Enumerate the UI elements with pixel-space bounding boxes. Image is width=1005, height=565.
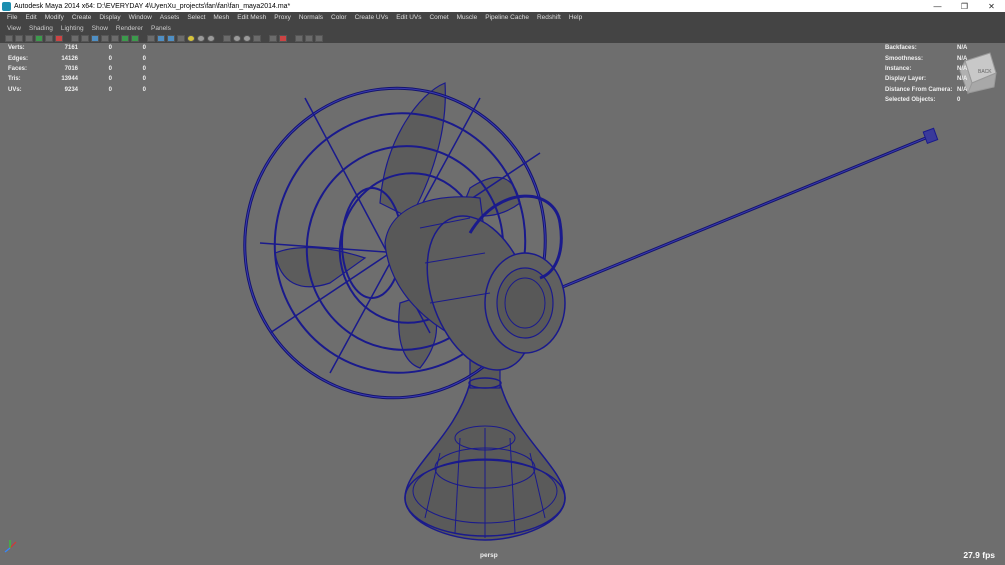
panel-toolbar [0, 33, 1005, 43]
title-bar: Autodesk Maya 2014 x64: D:\EVERYDAY 4\Uy… [0, 0, 1005, 12]
menu-mesh[interactable]: Mesh [209, 14, 233, 21]
menu-create-uvs[interactable]: Create UVs [351, 14, 393, 21]
fan-model-render[interactable]: BACK [0, 43, 1005, 565]
field-chart-icon[interactable] [111, 34, 119, 42]
multisample-aa-icon[interactable] [233, 34, 241, 42]
smooth-shade-icon[interactable] [157, 34, 165, 42]
menu-modify[interactable]: Modify [41, 14, 68, 21]
menu-edit-mesh[interactable]: Edit Mesh [233, 14, 270, 21]
menu-color[interactable]: Color [327, 14, 351, 21]
hud-row: Tris: 13944 0 0 [8, 76, 146, 83]
panel-menu-bar: View Shading Lighting Show Renderer Pane… [0, 23, 1005, 33]
grid-icon[interactable] [71, 34, 79, 42]
hud-row: Smoothness: N/A [885, 55, 968, 62]
hud-row: Edges: 14126 0 0 [8, 55, 146, 62]
menu-file[interactable]: File [3, 14, 21, 21]
bookmark-icon[interactable] [25, 34, 33, 42]
hud-row: Verts: 7161 0 0 [8, 45, 146, 52]
hud-row: Distance From Camera: N/A [885, 86, 968, 93]
menu-proxy[interactable]: Proxy [270, 14, 295, 21]
2d-pan-zoom-icon[interactable] [45, 34, 53, 42]
panel-menu-renderer[interactable]: Renderer [112, 25, 147, 32]
axis-gizmo-icon [4, 540, 17, 553]
menu-edit-uvs[interactable]: Edit UVs [392, 14, 425, 21]
menu-muscle[interactable]: Muscle [453, 14, 482, 21]
menu-window[interactable]: Window [125, 14, 156, 21]
grease-pencil-icon[interactable] [55, 34, 63, 42]
menu-create[interactable]: Create [68, 14, 96, 21]
xray-active-icon[interactable] [295, 34, 303, 42]
fan-blade [274, 246, 367, 288]
menu-redshift[interactable]: Redshift [533, 14, 565, 21]
close-button[interactable]: ✕ [978, 2, 1005, 11]
panel-menu-lighting[interactable]: Lighting [57, 25, 88, 32]
textured-icon[interactable] [177, 34, 185, 42]
shadows-icon[interactable] [197, 34, 205, 42]
menu-pipeline-cache[interactable]: Pipeline Cache [481, 14, 533, 21]
heads-up-poly-count: Verts: 7161 0 0 Edges: 14126 0 0 Faces: 7016 0 0 … [8, 43, 146, 95]
use-all-lights-icon[interactable] [187, 34, 195, 42]
main-menu-bar: File Edit Modify Create Display Window A… [0, 12, 1005, 23]
film-gate-icon[interactable] [81, 34, 89, 42]
hud-row: Backfaces: N/A [885, 45, 968, 52]
hud-row: Selected Objects: 0 [885, 97, 961, 104]
menu-select[interactable]: Select [183, 14, 209, 21]
plug-icon [922, 127, 939, 144]
menu-comet[interactable]: Comet [425, 14, 452, 21]
hud-row: Faces: 7016 0 0 [8, 65, 146, 72]
camera-attributes-icon[interactable] [15, 34, 23, 42]
maximize-button[interactable]: ❐ [951, 2, 978, 11]
minimize-button[interactable]: — [924, 2, 951, 11]
maya-logo-icon [2, 1, 11, 11]
window-title: Autodesk Maya 2014 x64: D:\EVERYDAY 4\Uy… [14, 2, 291, 10]
xray-icon[interactable] [269, 34, 277, 42]
backface-culling-icon[interactable] [305, 34, 313, 42]
xray-joints-icon[interactable] [279, 34, 287, 42]
safe-action-icon[interactable] [121, 34, 129, 42]
safe-title-icon[interactable] [131, 34, 139, 42]
menu-assets[interactable]: Assets [156, 14, 184, 21]
wireframe-icon[interactable] [147, 34, 155, 42]
perspective-viewport[interactable]: BACK Verts: 7161 0 0 Edges: 14126 0 0 Faces: 70… [0, 43, 1005, 565]
hud-row: Display Layer: N/A [885, 76, 968, 83]
menu-help[interactable]: Help [565, 14, 586, 21]
wireframe-on-shaded-icon[interactable] [167, 34, 175, 42]
heads-up-object-details: Backfaces: N/A Smoothness: N/A Instance: N/… [885, 43, 987, 105]
panel-menu-panels[interactable]: Panels [147, 25, 175, 32]
panel-menu-view[interactable]: View [3, 25, 25, 32]
menu-display[interactable]: Display [95, 14, 124, 21]
isolate-select-icon[interactable] [253, 34, 261, 42]
resolution-gate-icon[interactable] [91, 34, 99, 42]
menu-normals[interactable]: Normals [295, 14, 327, 21]
symmetry-icon[interactable] [315, 34, 323, 42]
hud-row: UVs: 9234 0 0 [8, 86, 146, 93]
image-plane-icon[interactable] [35, 34, 43, 42]
menu-edit[interactable]: Edit [21, 14, 40, 21]
camera-name-label: persp [480, 552, 498, 559]
select-camera-icon[interactable] [5, 34, 13, 42]
panel-menu-shading[interactable]: Shading [25, 25, 57, 32]
motion-blur-icon[interactable] [223, 34, 231, 42]
gate-mask-icon[interactable] [101, 34, 109, 42]
hud-row: Instance: N/A [885, 65, 968, 72]
ambient-occlusion-icon[interactable] [207, 34, 215, 42]
depth-of-field-icon[interactable] [243, 34, 251, 42]
panel-menu-show[interactable]: Show [88, 25, 112, 32]
fps-counter: 27.9 fps [963, 550, 995, 560]
